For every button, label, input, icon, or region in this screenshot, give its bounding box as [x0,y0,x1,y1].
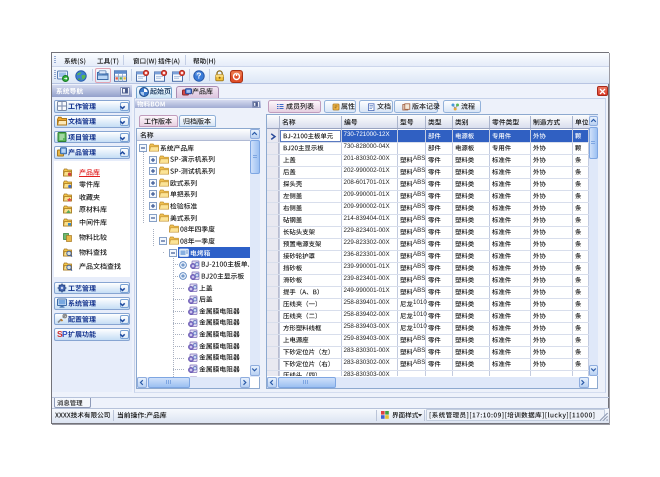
svg-text:?: ? [197,71,202,80]
